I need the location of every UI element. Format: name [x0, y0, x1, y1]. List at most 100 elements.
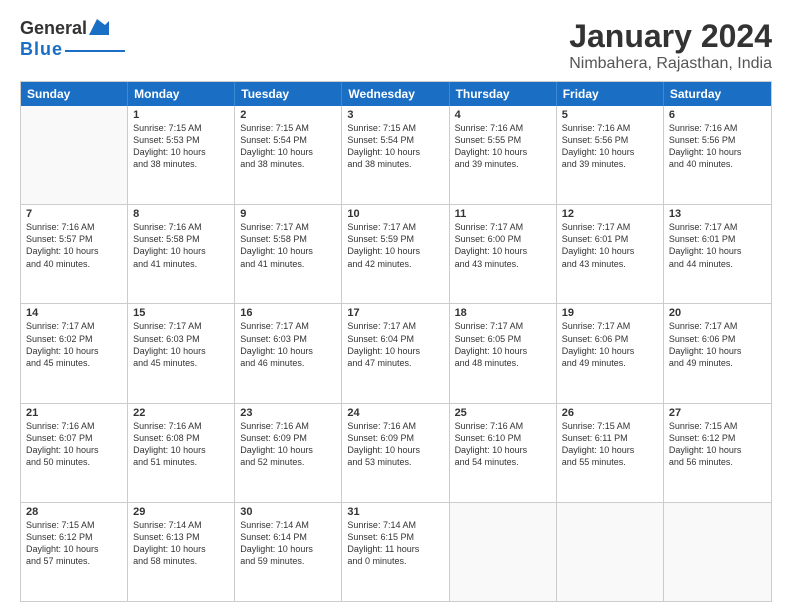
cell-info: Sunrise: 7:17 AM Sunset: 5:58 PM Dayligh…	[240, 221, 336, 270]
day-number: 25	[455, 407, 551, 419]
cell-info: Sunrise: 7:15 AM Sunset: 5:54 PM Dayligh…	[240, 122, 336, 171]
calendar-cell: 23Sunrise: 7:16 AM Sunset: 6:09 PM Dayli…	[235, 404, 342, 502]
calendar-cell: 7Sunrise: 7:16 AM Sunset: 5:57 PM Daylig…	[21, 205, 128, 303]
calendar-cell: 5Sunrise: 7:16 AM Sunset: 5:56 PM Daylig…	[557, 106, 664, 204]
logo: General Blue	[20, 18, 125, 60]
calendar-week-row: 1Sunrise: 7:15 AM Sunset: 5:53 PM Daylig…	[21, 106, 771, 205]
day-number: 10	[347, 208, 443, 220]
calendar-cell: 9Sunrise: 7:17 AM Sunset: 5:58 PM Daylig…	[235, 205, 342, 303]
day-number: 8	[133, 208, 229, 220]
calendar-cell: 6Sunrise: 7:16 AM Sunset: 5:56 PM Daylig…	[664, 106, 771, 204]
cell-info: Sunrise: 7:14 AM Sunset: 6:14 PM Dayligh…	[240, 519, 336, 568]
calendar-cell: 4Sunrise: 7:16 AM Sunset: 5:55 PM Daylig…	[450, 106, 557, 204]
calendar: SundayMondayTuesdayWednesdayThursdayFrid…	[20, 81, 772, 602]
cell-info: Sunrise: 7:16 AM Sunset: 6:09 PM Dayligh…	[347, 420, 443, 469]
day-number: 19	[562, 307, 658, 319]
cell-info: Sunrise: 7:15 AM Sunset: 5:54 PM Dayligh…	[347, 122, 443, 171]
logo-line: General	[20, 18, 109, 39]
cell-info: Sunrise: 7:14 AM Sunset: 6:13 PM Dayligh…	[133, 519, 229, 568]
day-number: 11	[455, 208, 551, 220]
logo-blue-text: Blue	[20, 39, 63, 60]
cell-info: Sunrise: 7:17 AM Sunset: 6:03 PM Dayligh…	[133, 320, 229, 369]
calendar-cell: 8Sunrise: 7:16 AM Sunset: 5:58 PM Daylig…	[128, 205, 235, 303]
day-number: 28	[26, 506, 122, 518]
cell-info: Sunrise: 7:16 AM Sunset: 5:58 PM Dayligh…	[133, 221, 229, 270]
day-number: 9	[240, 208, 336, 220]
cell-info: Sunrise: 7:17 AM Sunset: 5:59 PM Dayligh…	[347, 221, 443, 270]
calendar-cell: 16Sunrise: 7:17 AM Sunset: 6:03 PM Dayli…	[235, 304, 342, 402]
day-number: 18	[455, 307, 551, 319]
calendar-cell: 17Sunrise: 7:17 AM Sunset: 6:04 PM Dayli…	[342, 304, 449, 402]
calendar-header-cell: Saturday	[664, 82, 771, 106]
calendar-header-cell: Thursday	[450, 82, 557, 106]
day-number: 23	[240, 407, 336, 419]
location: Nimbahera, Rajasthan, India	[569, 55, 772, 73]
calendar-cell: 3Sunrise: 7:15 AM Sunset: 5:54 PM Daylig…	[342, 106, 449, 204]
day-number: 27	[669, 407, 766, 419]
cell-info: Sunrise: 7:15 AM Sunset: 5:53 PM Dayligh…	[133, 122, 229, 171]
calendar-week-row: 28Sunrise: 7:15 AM Sunset: 6:12 PM Dayli…	[21, 503, 771, 601]
calendar-cell	[664, 503, 771, 601]
day-number: 29	[133, 506, 229, 518]
day-number: 20	[669, 307, 766, 319]
calendar-cell: 15Sunrise: 7:17 AM Sunset: 6:03 PM Dayli…	[128, 304, 235, 402]
day-number: 5	[562, 109, 658, 121]
cell-info: Sunrise: 7:16 AM Sunset: 5:56 PM Dayligh…	[669, 122, 766, 171]
calendar-cell: 26Sunrise: 7:15 AM Sunset: 6:11 PM Dayli…	[557, 404, 664, 502]
calendar-header: SundayMondayTuesdayWednesdayThursdayFrid…	[21, 82, 771, 106]
day-number: 13	[669, 208, 766, 220]
day-number: 1	[133, 109, 229, 121]
cell-info: Sunrise: 7:17 AM Sunset: 6:02 PM Dayligh…	[26, 320, 122, 369]
title-section: January 2024 Nimbahera, Rajasthan, India	[569, 18, 772, 73]
day-number: 15	[133, 307, 229, 319]
day-number: 26	[562, 407, 658, 419]
cell-info: Sunrise: 7:17 AM Sunset: 6:03 PM Dayligh…	[240, 320, 336, 369]
cell-info: Sunrise: 7:17 AM Sunset: 6:06 PM Dayligh…	[669, 320, 766, 369]
calendar-cell	[557, 503, 664, 601]
calendar-cell: 27Sunrise: 7:15 AM Sunset: 6:12 PM Dayli…	[664, 404, 771, 502]
day-number: 24	[347, 407, 443, 419]
calendar-cell: 2Sunrise: 7:15 AM Sunset: 5:54 PM Daylig…	[235, 106, 342, 204]
logo-bird-icon	[89, 19, 109, 35]
calendar-cell: 31Sunrise: 7:14 AM Sunset: 6:15 PM Dayli…	[342, 503, 449, 601]
calendar-body: 1Sunrise: 7:15 AM Sunset: 5:53 PM Daylig…	[21, 106, 771, 601]
month-title: January 2024	[569, 18, 772, 55]
calendar-cell: 25Sunrise: 7:16 AM Sunset: 6:10 PM Dayli…	[450, 404, 557, 502]
day-number: 31	[347, 506, 443, 518]
calendar-cell	[21, 106, 128, 204]
calendar-header-cell: Tuesday	[235, 82, 342, 106]
calendar-cell: 18Sunrise: 7:17 AM Sunset: 6:05 PM Dayli…	[450, 304, 557, 402]
cell-info: Sunrise: 7:16 AM Sunset: 6:09 PM Dayligh…	[240, 420, 336, 469]
calendar-cell: 30Sunrise: 7:14 AM Sunset: 6:14 PM Dayli…	[235, 503, 342, 601]
header: General Blue January 2024 Nimbahera, Raj…	[20, 18, 772, 73]
day-number: 7	[26, 208, 122, 220]
cell-info: Sunrise: 7:16 AM Sunset: 6:08 PM Dayligh…	[133, 420, 229, 469]
calendar-cell: 11Sunrise: 7:17 AM Sunset: 6:00 PM Dayli…	[450, 205, 557, 303]
calendar-cell: 19Sunrise: 7:17 AM Sunset: 6:06 PM Dayli…	[557, 304, 664, 402]
day-number: 3	[347, 109, 443, 121]
calendar-cell: 10Sunrise: 7:17 AM Sunset: 5:59 PM Dayli…	[342, 205, 449, 303]
cell-info: Sunrise: 7:16 AM Sunset: 6:10 PM Dayligh…	[455, 420, 551, 469]
cell-info: Sunrise: 7:17 AM Sunset: 6:06 PM Dayligh…	[562, 320, 658, 369]
day-number: 16	[240, 307, 336, 319]
calendar-header-cell: Sunday	[21, 82, 128, 106]
day-number: 6	[669, 109, 766, 121]
cell-info: Sunrise: 7:16 AM Sunset: 5:57 PM Dayligh…	[26, 221, 122, 270]
day-number: 2	[240, 109, 336, 121]
day-number: 30	[240, 506, 336, 518]
cell-info: Sunrise: 7:15 AM Sunset: 6:12 PM Dayligh…	[26, 519, 122, 568]
calendar-cell: 1Sunrise: 7:15 AM Sunset: 5:53 PM Daylig…	[128, 106, 235, 204]
cell-info: Sunrise: 7:16 AM Sunset: 5:55 PM Dayligh…	[455, 122, 551, 171]
cell-info: Sunrise: 7:17 AM Sunset: 6:05 PM Dayligh…	[455, 320, 551, 369]
cell-info: Sunrise: 7:17 AM Sunset: 6:00 PM Dayligh…	[455, 221, 551, 270]
calendar-cell: 14Sunrise: 7:17 AM Sunset: 6:02 PM Dayli…	[21, 304, 128, 402]
day-number: 21	[26, 407, 122, 419]
calendar-cell: 29Sunrise: 7:14 AM Sunset: 6:13 PM Dayli…	[128, 503, 235, 601]
calendar-cell: 12Sunrise: 7:17 AM Sunset: 6:01 PM Dayli…	[557, 205, 664, 303]
calendar-cell: 24Sunrise: 7:16 AM Sunset: 6:09 PM Dayli…	[342, 404, 449, 502]
cell-info: Sunrise: 7:17 AM Sunset: 6:04 PM Dayligh…	[347, 320, 443, 369]
calendar-header-cell: Monday	[128, 82, 235, 106]
cell-info: Sunrise: 7:16 AM Sunset: 6:07 PM Dayligh…	[26, 420, 122, 469]
calendar-week-row: 7Sunrise: 7:16 AM Sunset: 5:57 PM Daylig…	[21, 205, 771, 304]
calendar-cell: 20Sunrise: 7:17 AM Sunset: 6:06 PM Dayli…	[664, 304, 771, 402]
